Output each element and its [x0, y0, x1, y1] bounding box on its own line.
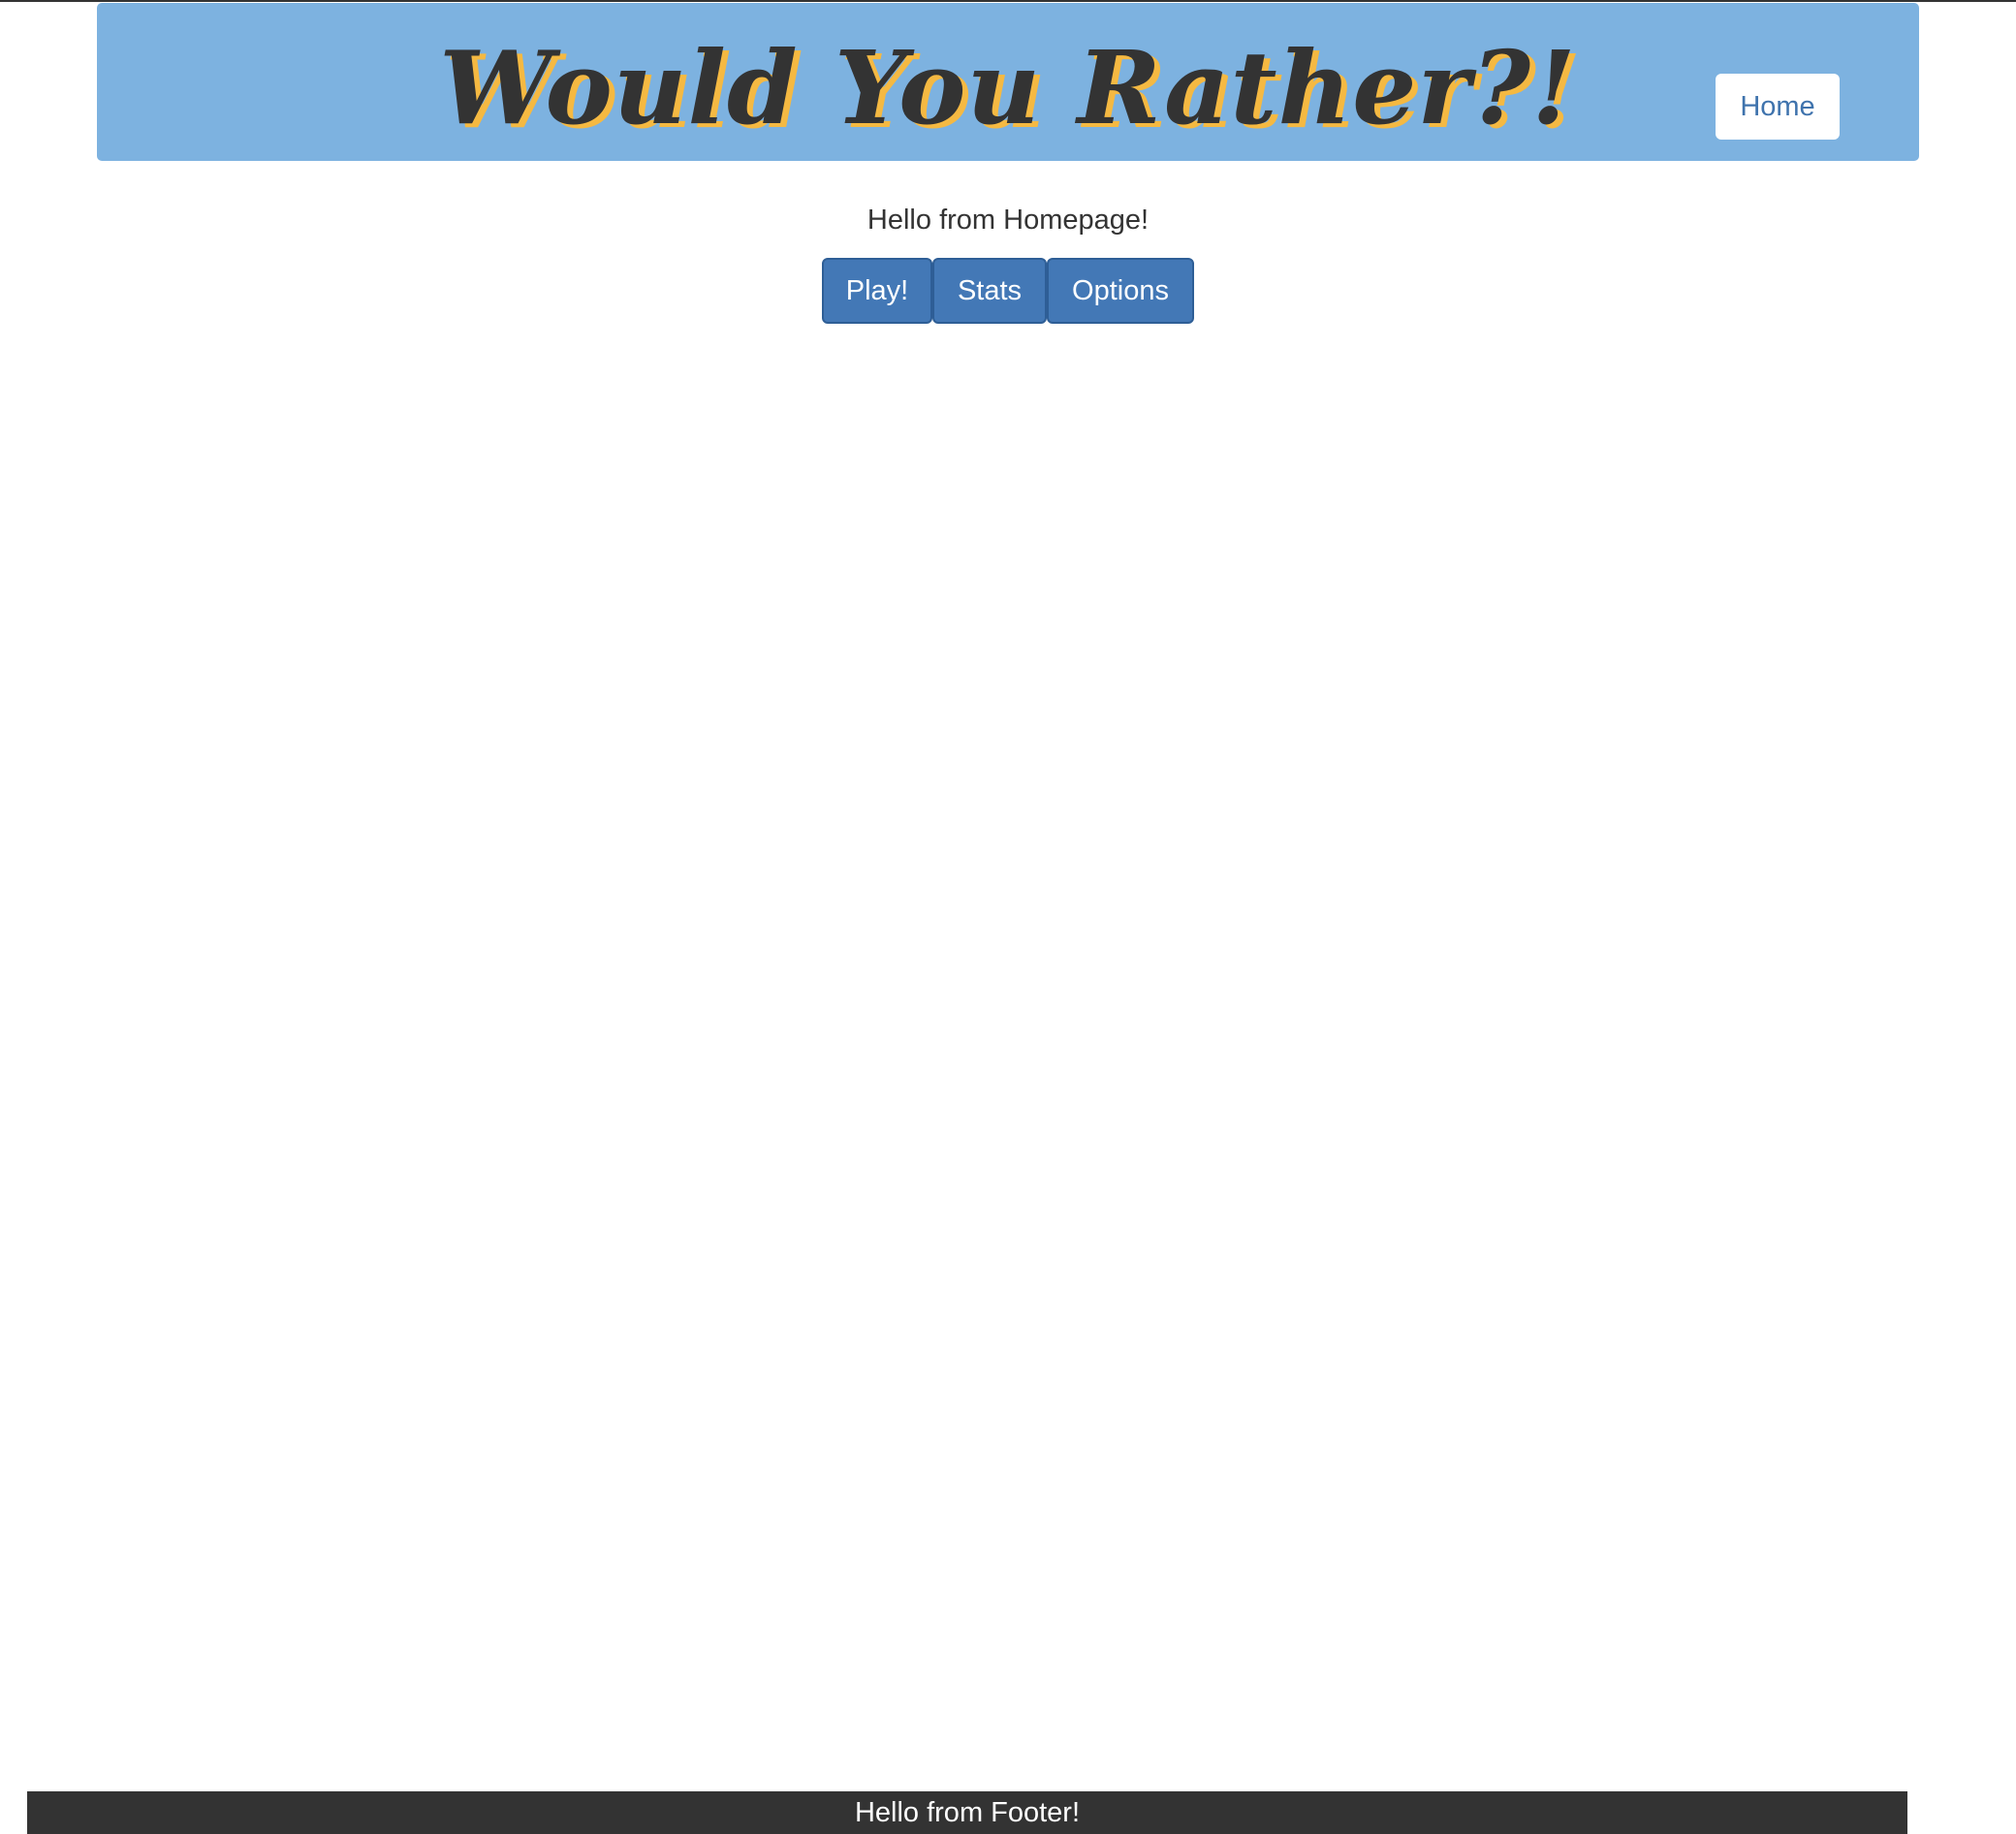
app-footer: Hello from Footer!: [27, 1791, 1907, 1834]
options-button[interactable]: Options: [1047, 258, 1194, 324]
footer-text: Hello from Footer!: [854, 1797, 1081, 1828]
menu-button-group: Play! Stats Options: [822, 258, 1194, 324]
play-button[interactable]: Play!: [822, 258, 932, 324]
homepage-greeting: Hello from Homepage!: [866, 205, 1150, 236]
top-border: [0, 0, 2016, 2]
stats-button[interactable]: Stats: [932, 258, 1047, 324]
app-title: Would You Rather?!: [439, 28, 1577, 147]
app-header: Would You Rather?! Home: [97, 3, 1919, 161]
home-nav-button[interactable]: Home: [1716, 74, 1840, 140]
